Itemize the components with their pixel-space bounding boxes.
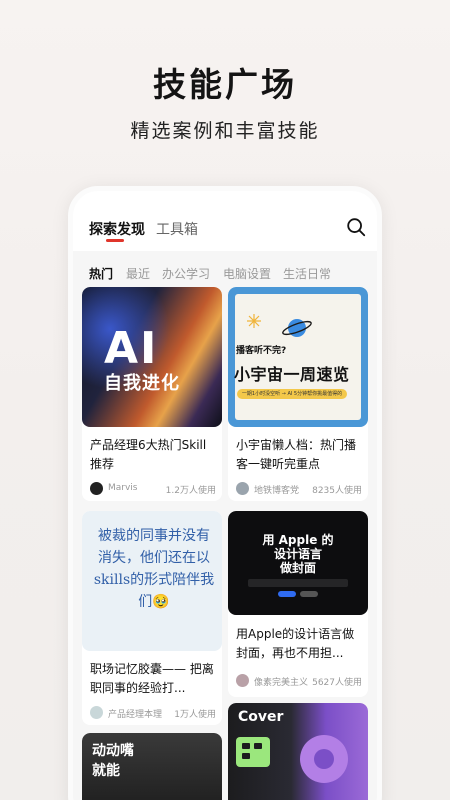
thumb-line: 动动嘴: [92, 743, 134, 759]
skill-card[interactable]: 动动嘴 就能: [82, 733, 222, 800]
hero-subtitle: 精选案例和丰富技能: [130, 120, 320, 142]
card-author: 地铁博客党: [254, 486, 300, 496]
card-author: 产品经理本理: [108, 710, 163, 720]
app-screen: 探索发现 工具箱 热门 最近 办公学习 电脑设置 生活日常 AI 自我进化 产品…: [73, 191, 377, 800]
card-thumbnail: 播客听不完? 小宇宙一周速览 一期1小时没空听 → AI 5分钟帮你挑最值得的: [228, 287, 368, 427]
card-title: 职场记忆胶囊—— 把离职同事的经验打...: [90, 662, 214, 695]
thumb-line: 就能: [92, 763, 120, 779]
card-author: 像素完美主义: [254, 678, 309, 688]
card-meta: Marvis 1.2万人使用: [90, 482, 216, 496]
active-tab-indicator: [106, 239, 124, 242]
thumb-banner: 一期1小时没空听 → AI 5分钟帮你挑最值得的: [237, 389, 347, 399]
top-bar: 探索发现 工具箱: [73, 191, 377, 251]
card-usage: 1万人使用: [174, 710, 216, 720]
card-meta: 地铁博客党 8235人使用: [236, 482, 362, 496]
card-usage: 8235人使用: [312, 486, 362, 496]
grid-icon: [236, 737, 270, 767]
thumb-heading: 小宇宙一周速览: [234, 365, 350, 384]
card-usage: 1.2万人使用: [165, 486, 216, 496]
category-recent[interactable]: 最近: [126, 265, 150, 282]
search-icon[interactable]: [345, 216, 367, 238]
card-thumbnail: 动动嘴 就能: [82, 733, 222, 800]
avatar: [236, 674, 249, 687]
thumb-heading: AI: [104, 323, 159, 374]
sparkle-icon: [247, 314, 261, 328]
skill-card[interactable]: 被裁的同事并没有消失，他们还在以skills的形式陪伴我们🥹 职场记忆胶囊—— …: [82, 511, 222, 725]
card-thumbnail: 用 Apple 的 设计语言 做封面: [228, 511, 368, 615]
card-usage: 5627人使用: [312, 678, 362, 688]
avatar: [90, 706, 103, 719]
category-bar: 热门 最近 办公学习 电脑设置 生活日常: [73, 251, 377, 287]
skill-card[interactable]: AI 自我进化 产品经理6大热门Skill推荐 Marvis 1.2万人使用: [82, 287, 222, 501]
donut-icon: [300, 735, 348, 783]
skill-card[interactable]: 用 Apple 的 设计语言 做封面 用Apple的设计语言做封面，再也不用担.…: [228, 511, 368, 697]
thumb-primary-button: [278, 591, 296, 597]
thumb-verse: 被裁的同事并没有消失，他们还在以skills的形式陪伴我们🥹: [93, 528, 215, 610]
card-title: 用Apple的设计语言做封面，再也不用担...: [236, 627, 355, 660]
thumb-line: 用 Apple 的: [262, 533, 334, 547]
card-thumbnail: AI 自我进化: [82, 287, 222, 427]
thumb-line: 设计语言: [273, 547, 322, 561]
card-thumbnail: 被裁的同事并没有消失，他们还在以skills的形式陪伴我们🥹: [82, 511, 222, 651]
card-author: Marvis: [108, 483, 138, 493]
card-meta: 像素完美主义 5627人使用: [236, 674, 362, 688]
category-hot[interactable]: 热门: [89, 265, 113, 282]
thumb-question: 播客听不完?: [236, 346, 287, 356]
thumb-caption-bar: [248, 579, 348, 587]
thumb-secondary-button: [300, 591, 318, 597]
card-title: 小宇宙懒人档：热门播客一键听完重点: [236, 438, 357, 471]
card-title: 产品经理6大热门Skill推荐: [90, 438, 207, 471]
thumb-subheading: 自我进化: [104, 373, 180, 394]
card-thumbnail: Cover: [228, 703, 368, 800]
thumb-paper: [235, 294, 361, 420]
skill-card[interactable]: Cover: [228, 703, 368, 800]
avatar: [90, 482, 103, 495]
category-pc-settings[interactable]: 电脑设置: [223, 265, 271, 282]
category-office-study[interactable]: 办公学习: [162, 265, 210, 282]
phone-frame: 探索发现 工具箱 热门 最近 办公学习 电脑设置 生活日常 AI 自我进化 产品…: [68, 186, 382, 800]
planet-icon: [282, 319, 312, 337]
avatar: [236, 482, 249, 495]
tab-toolbox[interactable]: 工具箱: [156, 219, 198, 239]
skill-card[interactable]: 播客听不完? 小宇宙一周速览 一期1小时没空听 → AI 5分钟帮你挑最值得的 …: [228, 287, 368, 501]
thumb-heading: Cover: [238, 709, 284, 725]
hero-title: 技能广场: [153, 65, 297, 104]
thumb-line: 做封面: [279, 561, 316, 575]
card-meta: 产品经理本理 1万人使用: [90, 706, 216, 720]
tab-explore[interactable]: 探索发现: [89, 219, 145, 239]
category-daily-life[interactable]: 生活日常: [283, 265, 331, 282]
